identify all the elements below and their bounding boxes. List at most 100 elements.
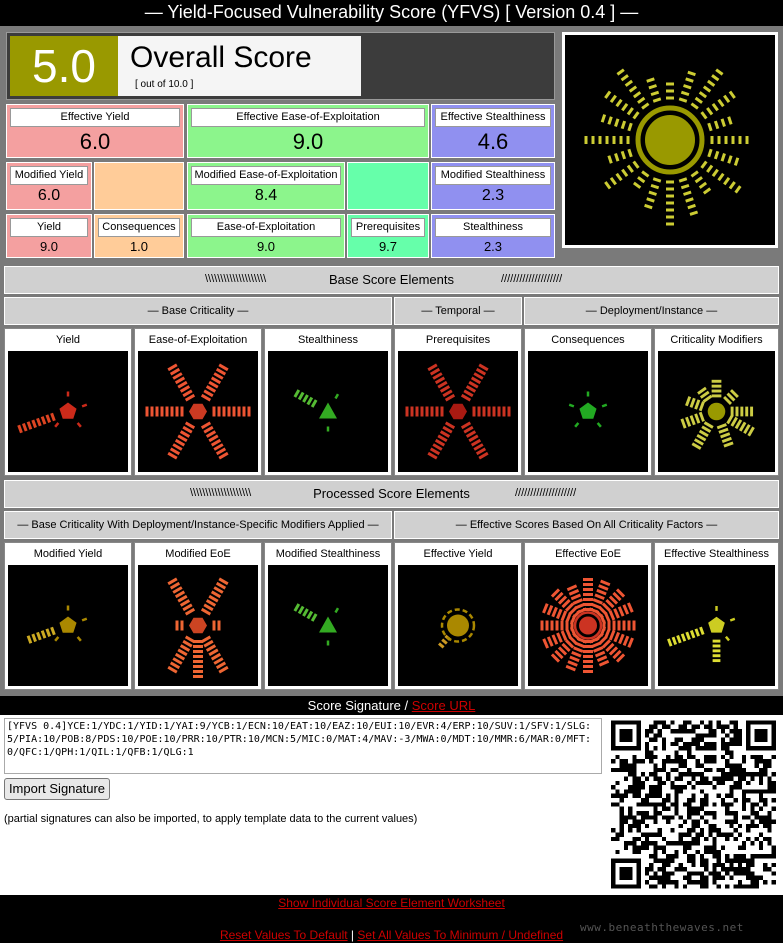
effective-eoe-value: 9.0: [292, 129, 324, 154]
glyph-consequences-label: Consequences: [551, 334, 625, 346]
base-stealthiness-cell: Stealthiness 2.3: [431, 214, 555, 258]
glyph-modified-stealthiness-label: Modified Stealthiness: [275, 548, 381, 560]
base-consequences-label: Consequences: [98, 218, 180, 237]
glyph-modifiers-label: Criticality Modifiers: [670, 334, 763, 346]
score-panel: 5.0 Overall Score [ out of 10.0 ] Effect…: [0, 26, 783, 696]
overall-score-range: [ out of 10.0 ]: [135, 79, 194, 90]
effective-scores-group-label: — Effective Scores Based On All Critical…: [455, 519, 718, 531]
effective-yield-label: Effective Yield: [10, 108, 180, 127]
import-signature-button[interactable]: Import Signature: [4, 778, 110, 800]
base-yield-value: 9.0: [39, 239, 59, 254]
base-prerequisites-cell: Prerequisites 9.7: [347, 214, 429, 258]
score-url-link[interactable]: Score URL: [412, 698, 476, 713]
effective-yield-cell: Effective Yield 6.0: [6, 104, 184, 158]
processed-score-elements-title: Processed Score Elements: [313, 486, 470, 501]
base-right-deco: ////////////////////: [501, 273, 563, 285]
modified-criticality-group: — Base Criticality With Deployment/Insta…: [4, 511, 392, 539]
modified-criticality-group-label: — Base Criticality With Deployment/Insta…: [17, 519, 379, 531]
glyph-criticality-modifiers: Criticality Modifiers: [654, 328, 779, 476]
effective-stealthiness-cell: Effective Stealthiness 4.6: [431, 104, 555, 158]
glyph-prerequisites-label: Prerequisites: [425, 334, 491, 346]
modified-prerequisites-cell: [347, 162, 429, 210]
effective-stealthiness-glyph-icon: [667, 606, 736, 663]
modified-consequences-cell: [94, 162, 184, 210]
base-criticality-group: — Base Criticality —: [4, 297, 392, 325]
effective-stealthiness-value: 4.6: [477, 129, 509, 154]
deployment-group-label: — Deployment/Instance —: [585, 305, 718, 317]
qr-code: [607, 716, 780, 893]
base-eoe-label: Ease-of-Exploitation: [191, 218, 341, 237]
temporal-group: — Temporal —: [394, 297, 522, 325]
modified-yield-cell: Modified Yield 6.0: [6, 162, 92, 210]
reset-defaults-link[interactable]: Reset Values To Default: [220, 928, 348, 942]
partial-signature-note: (partial signatures can also be imported…: [4, 813, 418, 825]
modified-stealthiness-glyph-icon: [293, 603, 340, 646]
base-eoe-cell: Ease-of-Exploitation 9.0: [187, 214, 345, 258]
footer-worksheet: Show Individual Score Element Worksheet: [0, 896, 783, 914]
modified-stealthiness-label: Modified Stealthiness: [435, 166, 551, 185]
effective-scores-group: — Effective Scores Based On All Critical…: [394, 511, 779, 539]
processed-right-deco: ////////////////////: [515, 487, 577, 499]
prerequisites-glyph-icon: [405, 363, 511, 460]
glyph-modified-eoe: Modified EoE: [134, 542, 262, 690]
modified-eoe-cell: Modified Ease-of-Exploitation 8.4: [187, 162, 345, 210]
glyph-modified-stealthiness: Modified Stealthiness: [264, 542, 392, 690]
base-yield-cell: Yield 9.0: [6, 214, 92, 258]
glyph-stealthiness: Stealthiness: [264, 328, 392, 476]
modified-yield-label: Modified Yield: [10, 166, 88, 185]
criticality-modifiers-glyph-icon: [680, 379, 755, 450]
base-stealthiness-label: Stealthiness: [435, 218, 551, 237]
glyph-effective-stealthiness-label: Effective Stealthiness: [664, 548, 769, 560]
set-minimum-link[interactable]: Set All Values To Minimum / Undefined: [357, 928, 563, 942]
effective-eoe-glyph-icon: [540, 578, 636, 673]
processed-score-elements-header: \\\\\\\\\\\\\\\\\\\\ Processed Score Ele…: [4, 480, 779, 508]
overall-score-value: 5.0: [10, 36, 118, 96]
consequences-glyph-icon: [568, 391, 608, 428]
modified-eoe-glyph-icon: [167, 577, 229, 678]
base-yield-label: Yield: [10, 218, 88, 237]
base-prerequisites-value: 9.7: [378, 239, 398, 254]
base-stealthiness-value: 2.3: [483, 239, 503, 254]
base-consequences-cell: Consequences 1.0: [94, 214, 184, 258]
glyph-effective-yield: Effective Yield: [394, 542, 522, 690]
effective-stealthiness-label: Effective Stealthiness: [435, 108, 551, 127]
modified-eoe-label: Modified Ease-of-Exploitation: [191, 166, 341, 185]
effective-eoe-cell: Effective Ease-of-Exploitation 9.0: [187, 104, 429, 158]
signature-textarea[interactable]: [YFVS 0.4]YCE:1/YDC:1/YID:1/YAI:9/YCB:1/…: [4, 718, 602, 774]
show-worksheet-link[interactable]: Show Individual Score Element Worksheet: [278, 896, 505, 910]
glyph-prerequisites: Prerequisites: [394, 328, 522, 476]
temporal-group-label: — Temporal —: [421, 305, 495, 317]
glyph-stealthiness-label: Stealthiness: [298, 334, 358, 346]
modified-yield-value: 6.0: [37, 187, 61, 204]
overall-sun-icon: [584, 68, 749, 226]
modified-stealthiness-value: 2.3: [481, 187, 505, 204]
effective-yield-value: 6.0: [79, 129, 111, 154]
base-prerequisites-label: Prerequisites: [351, 218, 425, 237]
base-eoe-value: 9.0: [256, 239, 276, 254]
glyph-effective-eoe: Effective EoE: [524, 542, 652, 690]
glyph-yield-label: Yield: [55, 334, 81, 346]
effective-yield-glyph-icon: [438, 608, 476, 649]
qr-code-icon: [611, 720, 776, 889]
signature-heading: Score Signature /: [307, 698, 409, 713]
modified-yield-glyph-icon: [26, 605, 88, 644]
base-criticality-group-label: — Base Criticality —: [147, 305, 249, 317]
modified-eoe-value: 8.4: [254, 187, 278, 204]
signature-header: Score Signature / Score URL: [0, 697, 783, 715]
glyph-consequences: Consequences: [524, 328, 652, 476]
base-score-elements-title: Base Score Elements: [328, 272, 454, 287]
glyph-effective-eoe-label: Effective EoE: [555, 548, 621, 560]
glyph-modified-yield: Modified Yield: [4, 542, 132, 690]
overall-glyph: [562, 32, 778, 248]
glyph-modified-yield-label: Modified Yield: [33, 548, 103, 560]
glyph-eoe-label: Ease-of-Exploitation: [148, 334, 248, 346]
base-score-elements-header: \\\\\\\\\\\\\\\\\\\\ Base Score Elements…: [4, 266, 779, 294]
glyph-modified-eoe-label: Modified EoE: [165, 548, 231, 560]
eoe-glyph-icon: [145, 363, 251, 460]
effective-eoe-label: Effective Ease-of-Exploitation: [191, 108, 425, 127]
glyph-ease-of-exploitation: Ease-of-Exploitation: [134, 328, 262, 476]
deployment-group: — Deployment/Instance —: [524, 297, 779, 325]
overall-score-label: Overall Score: [130, 41, 312, 74]
yield-glyph-icon: [17, 391, 88, 434]
page-title: — Yield-Focused Vulnerability Score (YFV…: [144, 2, 639, 22]
